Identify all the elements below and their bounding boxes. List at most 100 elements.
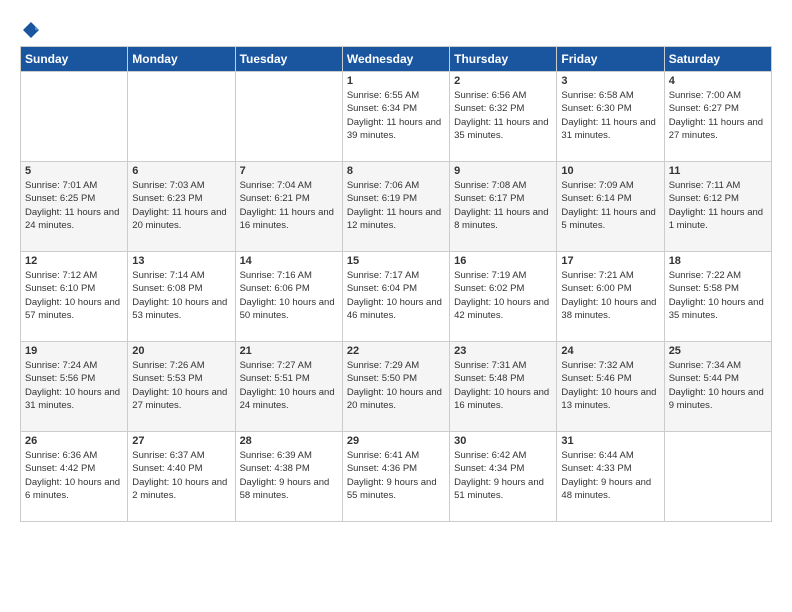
day-info: Sunrise: 7:29 AM Sunset: 5:50 PM Dayligh… [347,359,445,412]
calendar-cell: 23 Sunrise: 7:31 AM Sunset: 5:48 PM Dayli… [450,342,557,432]
day-info: Sunrise: 7:09 AM Sunset: 6:14 PM Dayligh… [561,179,659,232]
calendar-cell [235,72,342,162]
day-number: 12 [25,255,123,267]
day-number: 25 [669,345,767,357]
col-header-wednesday: Wednesday [342,47,449,72]
calendar-cell: 14 Sunrise: 7:16 AM Sunset: 6:06 PM Dayli… [235,252,342,342]
logo-icon [21,20,41,40]
day-info: Sunrise: 7:12 AM Sunset: 6:10 PM Dayligh… [25,269,123,322]
day-info: Sunrise: 7:03 AM Sunset: 6:23 PM Dayligh… [132,179,230,232]
col-header-saturday: Saturday [664,47,771,72]
calendar-cell: 11 Sunrise: 7:11 AM Sunset: 6:12 PM Dayli… [664,162,771,252]
day-number: 24 [561,345,659,357]
calendar-table: SundayMondayTuesdayWednesdayThursdayFrid… [20,46,772,522]
day-info: Sunrise: 6:44 AM Sunset: 4:33 PM Dayligh… [561,449,659,502]
day-info: Sunrise: 7:08 AM Sunset: 6:17 PM Dayligh… [454,179,552,232]
day-number: 6 [132,165,230,177]
day-number: 1 [347,75,445,87]
day-number: 8 [347,165,445,177]
col-header-friday: Friday [557,47,664,72]
day-info: Sunrise: 7:31 AM Sunset: 5:48 PM Dayligh… [454,359,552,412]
calendar-cell [128,72,235,162]
calendar-cell [664,432,771,522]
day-info: Sunrise: 7:16 AM Sunset: 6:06 PM Dayligh… [240,269,338,322]
day-number: 3 [561,75,659,87]
day-info: Sunrise: 7:11 AM Sunset: 6:12 PM Dayligh… [669,179,767,232]
day-number: 16 [454,255,552,267]
day-number: 13 [132,255,230,267]
day-number: 14 [240,255,338,267]
calendar-cell: 20 Sunrise: 7:26 AM Sunset: 5:53 PM Dayli… [128,342,235,432]
day-number: 18 [669,255,767,267]
day-info: Sunrise: 7:17 AM Sunset: 6:04 PM Dayligh… [347,269,445,322]
day-info: Sunrise: 7:22 AM Sunset: 5:58 PM Dayligh… [669,269,767,322]
day-info: Sunrise: 7:26 AM Sunset: 5:53 PM Dayligh… [132,359,230,412]
logo [20,20,42,36]
col-header-thursday: Thursday [450,47,557,72]
day-info: Sunrise: 6:56 AM Sunset: 6:32 PM Dayligh… [454,89,552,142]
calendar-cell: 24 Sunrise: 7:32 AM Sunset: 5:46 PM Dayli… [557,342,664,432]
page-header [20,20,772,36]
calendar-cell: 9 Sunrise: 7:08 AM Sunset: 6:17 PM Daylig… [450,162,557,252]
day-number: 17 [561,255,659,267]
calendar-cell [21,72,128,162]
day-info: Sunrise: 7:27 AM Sunset: 5:51 PM Dayligh… [240,359,338,412]
week-row-3: 12 Sunrise: 7:12 AM Sunset: 6:10 PM Dayli… [21,252,772,342]
col-header-sunday: Sunday [21,47,128,72]
calendar-cell: 21 Sunrise: 7:27 AM Sunset: 5:51 PM Dayli… [235,342,342,432]
day-number: 11 [669,165,767,177]
day-info: Sunrise: 7:34 AM Sunset: 5:44 PM Dayligh… [669,359,767,412]
calendar-cell: 3 Sunrise: 6:58 AM Sunset: 6:30 PM Daylig… [557,72,664,162]
day-info: Sunrise: 6:58 AM Sunset: 6:30 PM Dayligh… [561,89,659,142]
calendar-cell: 27Sunrise: 6:37 AM Sunset: 4:40 PM Dayli… [128,432,235,522]
calendar-cell: 1 Sunrise: 6:55 AM Sunset: 6:34 PM Daylig… [342,72,449,162]
calendar-cell: 17 Sunrise: 7:21 AM Sunset: 6:00 PM Dayli… [557,252,664,342]
calendar-cell: 6 Sunrise: 7:03 AM Sunset: 6:23 PM Daylig… [128,162,235,252]
day-info: Sunrise: 7:04 AM Sunset: 6:21 PM Dayligh… [240,179,338,232]
calendar-cell: 22 Sunrise: 7:29 AM Sunset: 5:50 PM Dayli… [342,342,449,432]
calendar-cell: 4Sunrise: 7:00 AM Sunset: 6:27 PM Daylig… [664,72,771,162]
day-info: Sunrise: 7:19 AM Sunset: 6:02 PM Dayligh… [454,269,552,322]
calendar-cell: 30Sunrise: 6:42 AM Sunset: 4:34 PM Dayli… [450,432,557,522]
day-info: Sunrise: 6:36 AM Sunset: 4:42 PM Dayligh… [25,449,123,502]
calendar-cell: 25 Sunrise: 7:34 AM Sunset: 5:44 PM Dayli… [664,342,771,432]
day-info: Sunrise: 6:41 AM Sunset: 4:36 PM Dayligh… [347,449,445,502]
week-row-4: 19 Sunrise: 7:24 AM Sunset: 5:56 PM Dayli… [21,342,772,432]
day-number: 9 [454,165,552,177]
week-row-5: 26 Sunrise: 6:36 AM Sunset: 4:42 PM Dayli… [21,432,772,522]
day-number: 30 [454,435,552,447]
day-number: 22 [347,345,445,357]
day-info: Sunrise: 6:37 AM Sunset: 4:40 PM Dayligh… [132,449,230,502]
day-number: 26 [25,435,123,447]
calendar-cell: 16 Sunrise: 7:19 AM Sunset: 6:02 PM Dayli… [450,252,557,342]
day-info: Sunrise: 7:21 AM Sunset: 6:00 PM Dayligh… [561,269,659,322]
day-info: Sunrise: 7:32 AM Sunset: 5:46 PM Dayligh… [561,359,659,412]
day-info: Sunrise: 7:14 AM Sunset: 6:08 PM Dayligh… [132,269,230,322]
calendar-cell: 29Sunrise: 6:41 AM Sunset: 4:36 PM Dayli… [342,432,449,522]
calendar-cell: 8 Sunrise: 7:06 AM Sunset: 6:19 PM Daylig… [342,162,449,252]
day-info: Sunrise: 7:24 AM Sunset: 5:56 PM Dayligh… [25,359,123,412]
day-number: 23 [454,345,552,357]
day-number: 7 [240,165,338,177]
day-number: 15 [347,255,445,267]
day-number: 5 [25,165,123,177]
day-info: Sunrise: 7:01 AM Sunset: 6:25 PM Dayligh… [25,179,123,232]
calendar-cell: 19 Sunrise: 7:24 AM Sunset: 5:56 PM Dayli… [21,342,128,432]
calendar-cell: 2Sunrise: 6:56 AM Sunset: 6:32 PM Daylig… [450,72,557,162]
day-number: 19 [25,345,123,357]
calendar-cell: 5 Sunrise: 7:01 AM Sunset: 6:25 PM Daylig… [21,162,128,252]
calendar-cell: 13 Sunrise: 7:14 AM Sunset: 6:08 PM Dayli… [128,252,235,342]
calendar-cell: 7 Sunrise: 7:04 AM Sunset: 6:21 PM Daylig… [235,162,342,252]
day-number: 21 [240,345,338,357]
calendar-cell: 10Sunrise: 7:09 AM Sunset: 6:14 PM Dayli… [557,162,664,252]
calendar-cell: 31 Sunrise: 6:44 AM Sunset: 4:33 PM Dayli… [557,432,664,522]
day-number: 28 [240,435,338,447]
day-info: Sunrise: 7:06 AM Sunset: 6:19 PM Dayligh… [347,179,445,232]
day-number: 20 [132,345,230,357]
day-info: Sunrise: 6:39 AM Sunset: 4:38 PM Dayligh… [240,449,338,502]
week-row-1: 1 Sunrise: 6:55 AM Sunset: 6:34 PM Daylig… [21,72,772,162]
calendar-cell: 15 Sunrise: 7:17 AM Sunset: 6:04 PM Dayli… [342,252,449,342]
day-info: Sunrise: 6:55 AM Sunset: 6:34 PM Dayligh… [347,89,445,142]
day-number: 31 [561,435,659,447]
day-number: 4 [669,75,767,87]
